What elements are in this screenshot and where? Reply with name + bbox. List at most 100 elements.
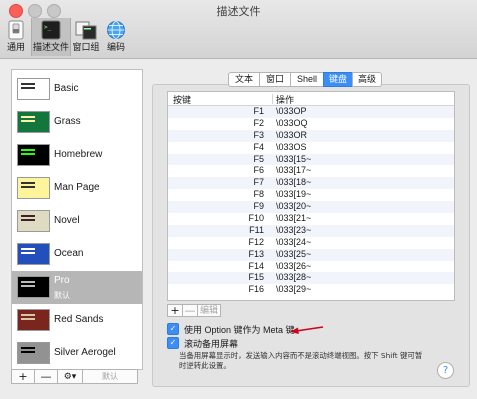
table-row[interactable]: F9 \033[20~ <box>168 201 454 214</box>
profile-item-red-sands[interactable]: Red Sands <box>12 304 142 337</box>
toolbar-label: 窗口组 <box>72 43 100 53</box>
toolbar-general-button[interactable]: 通用 <box>2 18 30 56</box>
table-row[interactable]: F4 \033OS <box>168 142 454 154</box>
toolbar-profiles-button[interactable]: >_ 描述文件 <box>31 18 71 56</box>
table-row[interactable]: F8 \033[19~ <box>168 189 454 201</box>
tab-advanced[interactable]: 高级 <box>352 72 382 87</box>
profile-item-ocean[interactable]: Ocean <box>12 238 142 271</box>
table-row[interactable]: F5 \033[15~ <box>168 153 454 166</box>
profile-name: Homebrew <box>54 149 103 160</box>
table-row[interactable]: F10 \033[21~ <box>168 213 454 225</box>
edit-mapping-button[interactable]: 编辑 <box>197 304 221 317</box>
toolbar-encodings-button[interactable]: 编码 <box>103 18 129 56</box>
default-profile-label: 默认 <box>54 291 70 300</box>
svg-text:>_: >_ <box>44 24 52 31</box>
profile-item-pro[interactable]: Pro 默认 <box>12 271 142 304</box>
action-cell: \033[15~ <box>276 153 312 164</box>
toolbar-label: 描述文件 <box>32 43 69 53</box>
profile-item-homebrew[interactable]: Homebrew <box>12 139 142 172</box>
profile-item-silver-aerogel[interactable]: Silver Aerogel <box>12 337 142 369</box>
add-profile-button[interactable]: + <box>11 369 35 384</box>
key-cell: F1 <box>253 106 264 116</box>
profile-name: Red Sands <box>54 314 104 325</box>
tab-shell[interactable]: Shell <box>290 72 324 87</box>
key-cell: F14 <box>248 260 264 271</box>
column-header-key[interactable]: 按键 <box>173 93 191 106</box>
table-row[interactable]: F13 \033[25~ <box>168 248 454 261</box>
profile-list-buttons: + — ⚙▾ 默认 <box>11 369 138 385</box>
action-cell: \033[21~ <box>276 213 312 224</box>
table-row[interactable]: F6 \033[17~ <box>168 165 454 177</box>
key-cell: F2 <box>253 117 264 128</box>
meta-key-label: 使用 Option 键作为 Meta 键 <box>184 324 295 335</box>
window-group-icon <box>75 21 97 40</box>
table-row[interactable]: F1 \033OP <box>168 106 454 118</box>
profile-name: Man Page <box>54 182 100 193</box>
window-title: 描述文件 <box>216 5 261 18</box>
column-divider <box>272 94 273 104</box>
toolbar-window-groups-button[interactable]: 窗口组 <box>71 18 101 56</box>
arrow-annotation <box>290 326 324 334</box>
meta-key-checkbox[interactable]: ✓ <box>167 323 179 335</box>
tab-bar: 文本 窗口 Shell 键盘 高级 <box>228 72 382 87</box>
set-default-button[interactable]: 默认 <box>82 369 138 384</box>
key-cell: F6 <box>253 165 264 176</box>
key-mapping-table[interactable]: 按键 操作 F1 \033OP F2 \033OQ F3 \033OR F4 \033O… <box>167 91 455 301</box>
table-header: 按键 操作 <box>168 92 454 106</box>
key-cell: F3 <box>253 129 264 140</box>
profile-item-man-page[interactable]: Man Page <box>12 172 142 205</box>
table-row[interactable]: F15 \033[28~ <box>168 272 454 285</box>
tab-window[interactable]: 窗口 <box>259 72 291 87</box>
action-cell: \033[18~ <box>276 177 312 188</box>
toolbar-label: 通用 <box>6 43 25 53</box>
profile-item-basic[interactable]: Basic <box>12 73 142 106</box>
alt-screen-label: 滚动备用屏幕 <box>184 338 239 349</box>
profile-name: Pro <box>54 275 70 286</box>
toolbar-label: 编码 <box>106 43 125 53</box>
remove-mapping-button[interactable]: — <box>182 304 198 317</box>
alt-screen-option[interactable]: ✓ 滚动备用屏幕 <box>167 337 238 349</box>
action-cell: \033OQ <box>276 117 308 128</box>
terminal-icon: >_ <box>41 20 61 40</box>
table-row[interactable]: F16 \033[29~ <box>168 284 454 296</box>
profile-thumbnail <box>17 276 50 298</box>
globe-icon <box>107 21 125 39</box>
table-row[interactable]: F3 \033OR <box>168 129 454 142</box>
title-bar: 描述文件 通用 >_ 描述文件 窗口组 编码 <box>0 0 477 59</box>
mapping-edit-buttons: + — 编辑 <box>167 304 221 318</box>
column-header-action[interactable]: 操作 <box>276 93 294 106</box>
action-cell: \033[29~ <box>276 284 312 295</box>
profile-thumbnail <box>17 342 50 364</box>
profile-thumbnail <box>17 111 50 133</box>
meta-key-option[interactable]: ✓ 使用 Option 键作为 Meta 键 <box>167 323 295 335</box>
tab-text[interactable]: 文本 <box>228 72 260 87</box>
help-button[interactable]: ? <box>437 362 454 379</box>
gear-icon[interactable]: ⚙▾ <box>57 369 83 384</box>
profiles-list[interactable]: Basic Grass Homebrew Man Page Novel Ocea… <box>11 69 143 370</box>
table-row[interactable]: F2 \033OQ <box>168 118 454 130</box>
profile-name: Novel <box>54 215 80 226</box>
table-row[interactable]: F11 \033[23~ <box>168 224 454 237</box>
profile-thumbnail <box>17 210 50 232</box>
action-cell: \033OS <box>276 141 307 152</box>
profile-name: Grass <box>54 116 81 127</box>
alt-screen-checkbox[interactable]: ✓ <box>167 337 179 349</box>
profile-thumbnail <box>17 243 50 265</box>
add-mapping-button[interactable]: + <box>167 304 183 317</box>
action-cell: \033[19~ <box>276 189 312 200</box>
profile-item-novel[interactable]: Novel <box>12 205 142 238</box>
action-cell: \033[23~ <box>276 224 312 235</box>
profile-thumbnail <box>17 309 50 331</box>
profile-item-grass[interactable]: Grass <box>12 106 142 139</box>
profile-thumbnail <box>17 177 50 199</box>
remove-profile-button[interactable]: — <box>34 369 58 384</box>
profile-thumbnail <box>17 78 50 100</box>
table-row[interactable]: F14 \033[26~ <box>168 261 454 273</box>
action-cell: \033OR <box>276 129 308 140</box>
table-row[interactable]: F12 \033[24~ <box>168 237 454 249</box>
tab-keyboard[interactable]: 键盘 <box>323 72 353 87</box>
key-cell: F11 <box>249 224 264 235</box>
key-cell: F4 <box>253 141 264 152</box>
table-row[interactable]: F7 \033[18~ <box>168 177 454 190</box>
action-cell: \033[20~ <box>276 201 312 212</box>
